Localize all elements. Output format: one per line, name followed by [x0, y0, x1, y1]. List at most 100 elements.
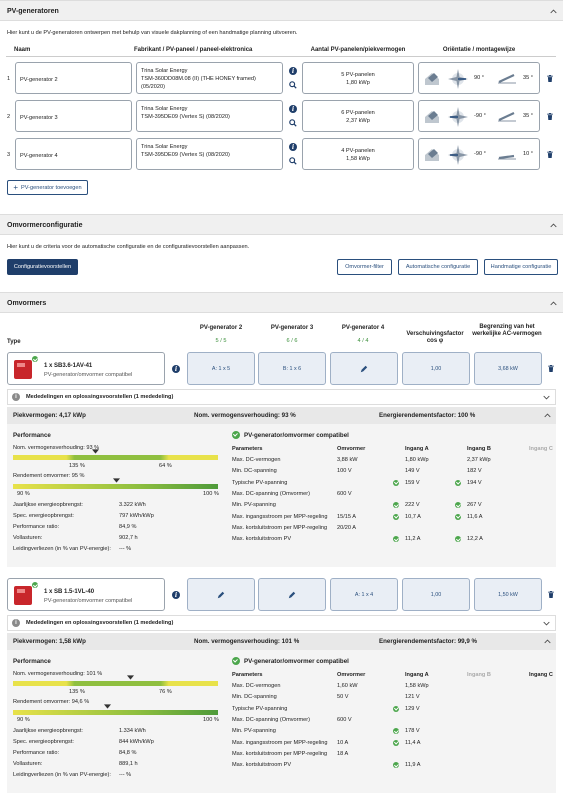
ac-limit-cell[interactable]: 3,68 kW: [474, 352, 542, 385]
pv-name-field[interactable]: PV-generator 2: [15, 62, 132, 94]
string-config-cell[interactable]: B: 1 x 6: [258, 352, 326, 385]
param-input: 11,6 A: [467, 513, 483, 520]
trash-icon[interactable]: [548, 365, 554, 372]
check-icon: [455, 513, 461, 520]
trash-icon[interactable]: [547, 75, 553, 82]
section-title: Omvormers: [7, 300, 47, 307]
trash-icon[interactable]: [547, 113, 553, 120]
peak-power-summary: Piekvermogen: 1,58 kWp: [13, 638, 86, 645]
ratio-max: 64 %: [159, 463, 172, 469]
inverter-select[interactable]: 1 x SB3.6-1AV-41 PV-generator/omvormer c…: [7, 352, 165, 385]
panel-count-field[interactable]: 5 PV-panelen 1,80 kWp: [302, 62, 414, 94]
string-config-cell[interactable]: A: 1 x 5: [187, 352, 255, 385]
orientation-field[interactable]: -90 ° 35 °: [418, 100, 540, 132]
panel-count-field[interactable]: 4 PV-panelen 1,58 kWp: [302, 138, 414, 170]
param-label: Max. DC-spanning (Omvormer): [232, 716, 311, 723]
module-field[interactable]: Trina Solar Energy TSM-360DD08M.08 (II) …: [136, 62, 283, 94]
cosphi-value: 1,00: [430, 591, 442, 598]
inverter-device-icon: [14, 586, 32, 605]
chevron-down-icon[interactable]: [543, 394, 550, 401]
orientation-field[interactable]: 90 ° 35 °: [418, 62, 540, 94]
inverter-select[interactable]: 1 x SB 1.5-1VL-40 PV-generator/omvormer …: [7, 578, 165, 611]
row-index: 3: [7, 152, 11, 158]
compat-heading: PV-generator/omvormer compatibel: [244, 658, 349, 665]
compass-orientation-icon: [448, 107, 468, 127]
param-label: Max. kortsluitstroom PV: [232, 536, 292, 543]
performance-heading: Performance: [13, 432, 51, 439]
add-pv-generator-button[interactable]: + PV-generator toevoegen: [7, 180, 88, 195]
chevron-up-icon[interactable]: [550, 222, 557, 229]
efficiency-min: 90 %: [17, 717, 30, 723]
string-config-cell[interactable]: A: 1 x 4: [330, 578, 398, 611]
section-inverters[interactable]: Omvormers: [0, 292, 563, 313]
pv-name-value: PV-generator 4: [20, 153, 58, 159]
ratio-label: Nom. vermogensverhouding: 93 %: [13, 445, 100, 451]
efficiency-marker-icon: [104, 704, 112, 709]
param-label: Typische PV-spanning: [232, 705, 288, 712]
info-icon[interactable]: i: [172, 365, 180, 373]
info-icon: i: [12, 619, 20, 627]
pv4-usage: 4 / 4: [357, 338, 369, 344]
panel-count-field[interactable]: 6 PV-panelen 2,37 kWp: [302, 100, 414, 132]
param-label: Min. PV-spanning: [232, 502, 276, 509]
cosphi-cell[interactable]: 1,00: [402, 578, 470, 611]
configuration-proposals-button[interactable]: Configuratievoorstellen: [7, 259, 78, 275]
string-config-value: B: 1 x 6: [282, 365, 302, 372]
pv-name-field[interactable]: PV-generator 4: [15, 138, 132, 170]
ac-limit-cell[interactable]: 1,50 kW: [474, 578, 542, 611]
param-inverter: 600 V: [337, 490, 352, 497]
manual-config-button[interactable]: Handmatige configuratie: [484, 259, 558, 275]
panel-count: 4 PV-panelen: [341, 148, 375, 154]
efficiency-summary: Energierendementsfactor: 99,9 %: [379, 638, 478, 645]
efficiency-bar: [13, 484, 218, 489]
messages-bar[interactable]: i Mededelingen en oplossingsvoorstellen …: [7, 389, 556, 405]
ratio-max: 76 %: [159, 689, 172, 695]
ratio-marker-icon: [126, 675, 134, 680]
edit-string-button[interactable]: [187, 578, 255, 611]
orientation-field[interactable]: -90 ° 10 °: [418, 138, 540, 170]
edit-string-button[interactable]: [330, 352, 398, 385]
trash-icon[interactable]: [548, 591, 554, 598]
check-icon: [32, 582, 38, 588]
summary-bar[interactable]: Piekvermogen: 4,17 kWp Nom. vermogensver…: [7, 407, 556, 424]
info-icon[interactable]: i: [289, 67, 297, 75]
stat-value: 84,9 %: [119, 524, 137, 530]
module-field[interactable]: Trina Solar Energy TSM-395DE09 (Vertex S…: [136, 100, 283, 132]
magnifier-icon[interactable]: [289, 157, 297, 165]
cosphi-cell[interactable]: 1,00: [402, 352, 470, 385]
chevron-up-icon[interactable]: [544, 638, 551, 645]
trash-icon[interactable]: [547, 151, 553, 158]
info-icon[interactable]: i: [289, 143, 297, 151]
param-input: 178 V: [405, 728, 420, 735]
summary-bar[interactable]: Piekvermogen: 1,58 kWp Nom. vermogensver…: [7, 633, 556, 650]
param-input: 10,7 A: [405, 513, 421, 520]
module-manufacturer: Trina Solar Energy: [141, 144, 188, 150]
chevron-up-icon[interactable]: [544, 412, 551, 419]
param-input: 129 V: [405, 705, 420, 712]
info-icon[interactable]: i: [289, 105, 297, 113]
param-input: 11,9 A: [405, 762, 421, 769]
pv-name-field[interactable]: PV-generator 3: [15, 100, 132, 132]
param-header: Parameters: [232, 672, 263, 678]
inverter-filter-button[interactable]: Omvormer-filter: [337, 259, 392, 275]
row-index: 2: [7, 114, 11, 120]
param-label: Min. DC-spanning: [232, 694, 277, 701]
module-field[interactable]: Trina Solar Energy TSM-395DE09 (Vertex S…: [136, 138, 283, 170]
magnifier-icon[interactable]: [289, 119, 297, 127]
edit-string-button[interactable]: [258, 578, 326, 611]
automatic-config-button[interactable]: Automatische configuratie: [398, 259, 478, 275]
param-input: 12,2 A: [467, 536, 483, 543]
col-header-ac-limit: Begrenzing van het werkelijke AC-vermoge…: [472, 324, 542, 337]
section-pv-generators[interactable]: PV-generatoren: [0, 0, 563, 21]
magnifier-icon[interactable]: [289, 81, 297, 89]
stat-value: --- %: [119, 772, 132, 778]
section-inverter-config[interactable]: Omvormerconfiguratie: [0, 214, 563, 235]
chevron-down-icon[interactable]: [543, 620, 550, 627]
messages-bar[interactable]: i Mededelingen en oplossingsvoorstellen …: [7, 615, 556, 631]
ratio-min: 135 %: [69, 689, 85, 695]
ratio-summary: Nom. vermogensverhouding: 101 %: [194, 638, 300, 645]
info-icon[interactable]: i: [172, 591, 180, 599]
row-index: 1: [7, 76, 11, 82]
chevron-up-icon[interactable]: [550, 300, 557, 307]
chevron-up-icon[interactable]: [550, 8, 557, 15]
